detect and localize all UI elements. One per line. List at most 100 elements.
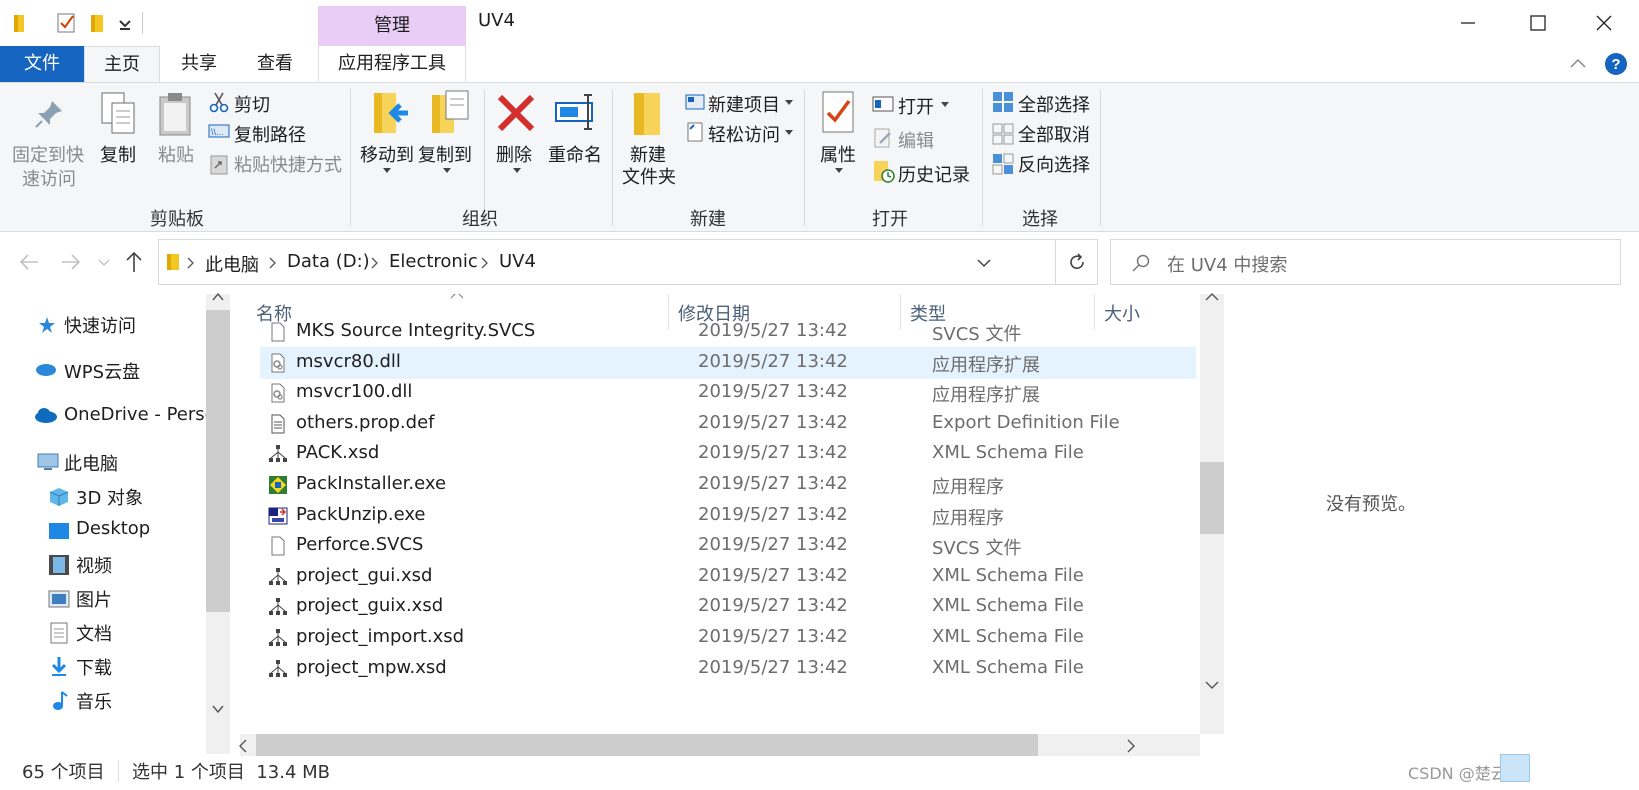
easy-access-button[interactable]: 轻松访问 xyxy=(708,121,780,147)
table-row[interactable]: Perforce.SVCS 2019/5/27 13:42 SVCS 文件 xyxy=(260,530,1196,562)
search-input[interactable]: 在 UV4 中搜索 xyxy=(1167,251,1287,277)
chevron-down-icon[interactable] xyxy=(977,258,991,268)
xsd-file-icon xyxy=(268,444,288,464)
history-button[interactable]: 历史记录 xyxy=(898,161,970,187)
scroll-down-icon[interactable] xyxy=(1205,678,1219,692)
tab-view[interactable]: 查看 xyxy=(240,46,310,82)
copy-to-button[interactable]: 复制到 xyxy=(418,141,472,167)
maximize-icon xyxy=(1530,15,1546,31)
properties-check-icon[interactable] xyxy=(56,12,78,34)
address-bar[interactable]: 此电脑 Data (D:) Electronic UV4 xyxy=(158,239,1056,285)
table-row[interactable]: project_gui.xsd 2019/5/27 13:42 XML Schema… xyxy=(260,561,1196,593)
copy-button[interactable]: 复制 xyxy=(100,141,136,167)
breadcrumb-this-pc[interactable]: 此电脑 xyxy=(205,251,259,277)
table-row[interactable]: project_import.xsd 2019/5/27 13:42 XML Sch… xyxy=(260,622,1196,654)
maximize-button[interactable] xyxy=(1503,0,1573,46)
scroll-up-icon[interactable] xyxy=(212,290,224,304)
table-row[interactable]: project_mpw.xsd 2019/5/27 13:42 XML Schema… xyxy=(260,653,1196,685)
table-row[interactable]: PackInstaller.exe 2019/5/27 13:42 应用程序 xyxy=(260,469,1196,501)
new-item-button[interactable]: 新建项目 xyxy=(708,91,780,117)
nav-scrollbar[interactable] xyxy=(206,292,230,754)
nav-item-documents[interactable]: 文档 xyxy=(76,620,112,646)
chevron-right-icon xyxy=(269,257,276,269)
nav-item-onedrive[interactable]: OneDrive - Perso xyxy=(64,404,206,425)
breadcrumb-uv4[interactable]: UV4 xyxy=(499,251,536,272)
breadcrumb-electronic[interactable]: Electronic xyxy=(389,251,478,272)
nav-item-pictures[interactable]: 图片 xyxy=(76,586,112,612)
nav-item-music[interactable]: 音乐 xyxy=(76,688,112,714)
file-date: 2019/5/27 13:42 xyxy=(698,442,848,464)
back-arrow-icon[interactable] xyxy=(18,252,40,272)
file-name: Perforce.SVCS xyxy=(296,534,424,556)
table-row[interactable]: PackUnzip.exe 2019/5/27 13:42 应用程序 xyxy=(260,500,1196,532)
select-all-button[interactable]: 全部选择 xyxy=(1018,91,1090,117)
scrollbar-thumb[interactable] xyxy=(206,310,230,612)
table-row[interactable]: msvcr80.dll 2019/5/27 13:42 应用程序扩展 xyxy=(260,346,1196,379)
new-folder-icon[interactable] xyxy=(88,12,110,34)
pin-quick-access-button[interactable]: 固定到快 xyxy=(12,141,84,167)
rename-button[interactable]: 重命名 xyxy=(548,141,602,167)
table-row[interactable]: project_guix.xsd 2019/5/27 13:42 XML Schem… xyxy=(260,591,1196,623)
scroll-left-icon[interactable] xyxy=(236,739,250,753)
tab-file[interactable]: 文件 xyxy=(0,46,84,82)
nav-item-wps-cloud[interactable]: WPS云盘 xyxy=(64,358,140,384)
folder-icon[interactable] xyxy=(12,12,34,34)
history-icon xyxy=(874,161,895,183)
scrollbar-thumb[interactable] xyxy=(1200,462,1224,534)
properties-icon xyxy=(822,91,854,133)
dll-file-icon xyxy=(268,353,288,373)
properties-button[interactable]: 属性 xyxy=(820,141,856,167)
list-vertical-scrollbar[interactable] xyxy=(1200,293,1224,734)
select-none-button[interactable]: 全部取消 xyxy=(1018,121,1090,147)
edit-button[interactable]: 编辑 xyxy=(898,127,934,153)
search-field[interactable]: 在 UV4 中搜索 xyxy=(1110,239,1621,285)
paste-button[interactable]: 粘贴 xyxy=(158,141,194,167)
up-arrow-icon[interactable] xyxy=(124,250,144,274)
cut-button[interactable]: 剪切 xyxy=(234,91,270,117)
close-button[interactable] xyxy=(1569,0,1639,46)
scroll-right-icon[interactable] xyxy=(1124,739,1138,753)
scrollbar-thumb[interactable] xyxy=(256,734,1038,758)
forward-arrow-icon[interactable] xyxy=(60,252,82,272)
collapse-ribbon-icon[interactable] xyxy=(1568,56,1588,72)
large-icons-view-button[interactable] xyxy=(1534,754,1564,782)
nav-item-desktop[interactable]: Desktop xyxy=(76,518,150,539)
tab-share[interactable]: 共享 xyxy=(164,46,234,82)
nav-item-downloads[interactable]: 下载 xyxy=(76,654,112,680)
details-view-button[interactable] xyxy=(1500,754,1530,782)
tab-application-tools[interactable]: 应用程序工具 xyxy=(318,46,466,82)
paste-shortcut-button[interactable]: 粘贴快捷方式 xyxy=(234,151,342,177)
scroll-up-icon[interactable] xyxy=(1205,290,1219,304)
table-row[interactable]: PACK.xsd 2019/5/27 13:42 XML Schema File xyxy=(260,438,1196,470)
delete-button[interactable]: 删除 xyxy=(496,141,532,167)
chevron-down-icon[interactable] xyxy=(114,12,136,34)
table-row[interactable]: others.prop.def 2019/5/27 13:42 Export Def… xyxy=(260,408,1196,440)
copy-path-button[interactable]: 复制路径 xyxy=(234,121,306,147)
nav-item-videos[interactable]: 视频 xyxy=(76,552,112,578)
move-to-button[interactable]: 移动到 xyxy=(360,141,414,167)
file-name: PACK.xsd xyxy=(296,442,380,464)
table-row[interactable]: MKS Source Integrity.SVCS 2019/5/27 13:42… xyxy=(260,316,1196,348)
table-row[interactable]: msvcr100.dll 2019/5/27 13:42 应用程序扩展 xyxy=(260,377,1196,409)
minimize-button[interactable] xyxy=(1433,0,1503,46)
delete-icon xyxy=(497,94,535,132)
open-button[interactable]: 打开 xyxy=(898,93,934,119)
scroll-down-icon[interactable] xyxy=(212,702,224,716)
contextual-tab-manage[interactable]: 管理 xyxy=(318,6,466,46)
nav-item-3d-objects[interactable]: 3D 对象 xyxy=(76,484,143,510)
chevron-down-icon xyxy=(785,100,793,105)
breadcrumb-data-drive[interactable]: Data (D:) xyxy=(287,251,370,272)
documents-icon xyxy=(50,622,68,644)
list-horizontal-scrollbar[interactable] xyxy=(239,734,1200,758)
help-icon[interactable]: ? xyxy=(1604,52,1628,76)
text-file-icon xyxy=(268,414,288,434)
refresh-button[interactable] xyxy=(1056,239,1098,285)
nav-item-quick-access[interactable]: 快速访问 xyxy=(64,312,136,338)
tab-home[interactable]: 主页 xyxy=(84,46,160,83)
new-folder-label: 文件夹 xyxy=(622,167,676,188)
scissors-icon xyxy=(209,92,229,113)
file-type: XML Schema File xyxy=(932,626,1084,647)
recent-locations-chevron-icon[interactable] xyxy=(98,258,110,268)
invert-selection-button[interactable]: 反向选择 xyxy=(1018,151,1090,177)
nav-item-this-pc[interactable]: 此电脑 xyxy=(64,450,118,476)
